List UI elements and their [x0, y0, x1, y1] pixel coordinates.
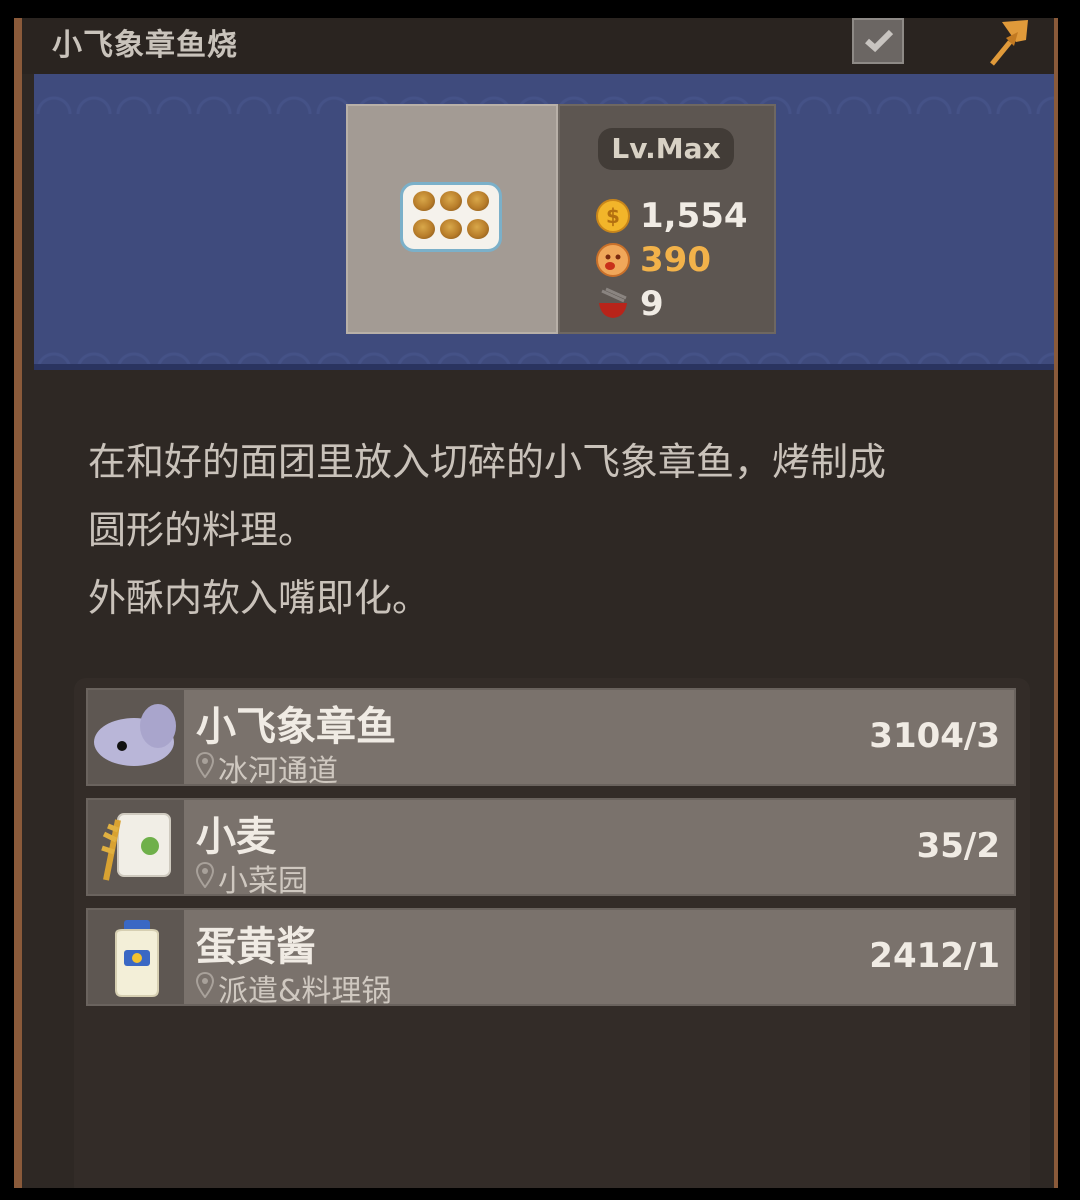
ingredient-list: 小飞象章鱼 冰河通道 3104/3 小麦 小菜园 35/2 蛋黄酱 派遣&料理锅…: [74, 678, 1030, 1188]
ingredient-location: 派遣&料理锅: [195, 966, 391, 1010]
taste-value: 390: [640, 240, 711, 280]
coin-icon: $: [596, 199, 630, 233]
ingredient-count: 35/2: [916, 826, 1000, 866]
ingredient-name: 蛋黄酱: [196, 924, 316, 970]
dish-stats-card: Lv.Max $ 1,554 390 9: [558, 104, 776, 334]
checkmark-icon: [865, 29, 894, 53]
ingredient-row[interactable]: 小飞象章鱼 冰河通道 3104/3: [86, 688, 1016, 789]
price-stat: $ 1,554: [596, 196, 748, 236]
servings-value: 9: [640, 284, 664, 324]
mayonnaise-icon: [88, 910, 184, 1004]
dish-banner: Lv.Max $ 1,554 390 9: [34, 74, 1054, 370]
pin-button[interactable]: [984, 18, 1034, 70]
level-badge: Lv.Max: [598, 128, 734, 170]
panel-header: 小飞象章鱼烧: [22, 18, 1054, 74]
ingredient-count: 2412/1: [869, 936, 1000, 976]
pin-icon: [990, 20, 1028, 66]
takoyaki-dish-icon: [400, 182, 502, 252]
location-pin-icon: [195, 861, 215, 896]
servings-stat: 9: [596, 284, 664, 324]
recipe-description: 在和好的面团里放入切碎的小飞象章鱼，烤制成 圆形的料理。 外酥内软入嘴即化。: [88, 440, 887, 620]
octopus-icon: [88, 690, 184, 784]
select-checkbox[interactable]: [852, 18, 904, 64]
ingredient-location: 冰河通道: [195, 746, 338, 790]
taste-stat: 390: [596, 240, 711, 280]
ingredient-row[interactable]: 蛋黄酱 派遣&料理锅 2412/1: [86, 908, 1016, 1009]
wheat-icon: [88, 800, 184, 894]
location-pin-icon: [195, 751, 215, 786]
ingredient-location: 小菜园: [195, 856, 308, 900]
taste-face-icon: [596, 243, 630, 277]
recipe-title: 小飞象章鱼烧: [52, 28, 238, 63]
recipe-panel: 小飞象章鱼烧 Lv.Max $ 1,554 390 9 在和好的面团里放入切碎的…: [14, 18, 1058, 1188]
ingredient-name: 小麦: [196, 814, 276, 860]
ingredient-name: 小飞象章鱼: [196, 704, 396, 750]
ingredient-row[interactable]: 小麦 小菜园 35/2: [86, 798, 1016, 899]
bowl-icon: [596, 287, 630, 321]
ingredient-count: 3104/3: [869, 716, 1000, 756]
price-value: 1,554: [640, 196, 748, 236]
dish-image-card: [346, 104, 558, 334]
location-pin-icon: [195, 971, 215, 1006]
